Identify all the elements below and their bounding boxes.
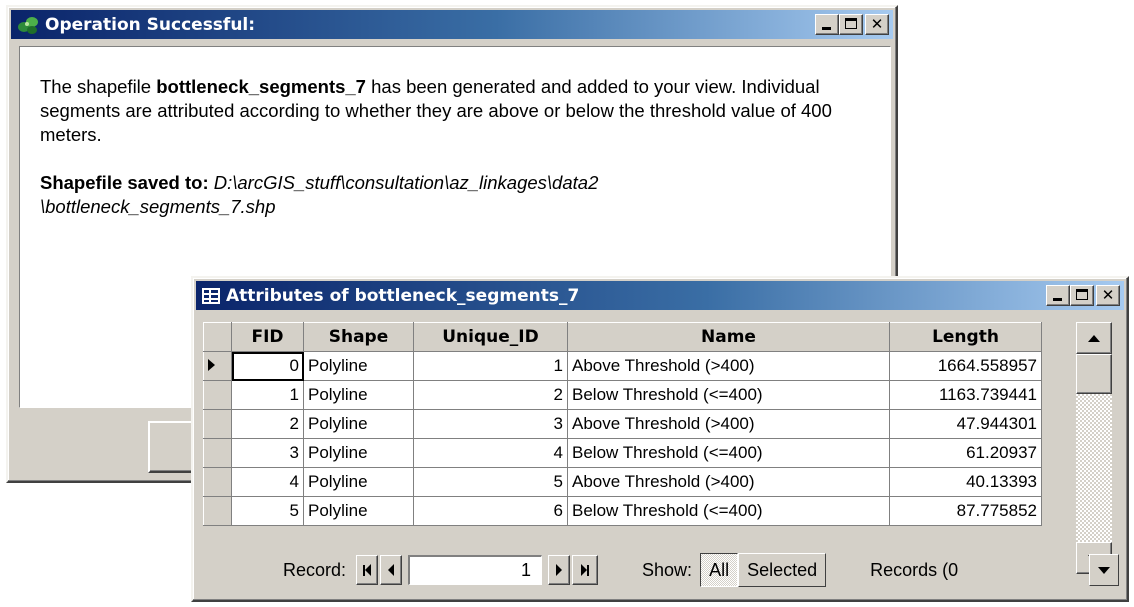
last-record-button[interactable] (572, 555, 599, 585)
attributes-title-bar[interactable]: Attributes of bottleneck_segments_7 ✕ (196, 281, 1124, 310)
cell-name[interactable]: Above Threshold (>400) (567, 409, 890, 439)
cell-unique-id[interactable]: 1 (413, 351, 568, 381)
cell-name[interactable]: Below Threshold (<=400) (567, 496, 890, 526)
minimize-button[interactable] (1046, 285, 1070, 306)
attributes-window: Attributes of bottleneck_segments_7 ✕ FI… (191, 276, 1129, 602)
show-selected-button[interactable]: Selected (738, 553, 827, 587)
table-row[interactable]: 0 Polyline 1 Above Threshold (>400) 1664… (203, 351, 1042, 381)
minimize-button[interactable] (815, 14, 839, 35)
maximize-icon (1076, 289, 1088, 300)
cell-shape[interactable]: Polyline (303, 351, 414, 381)
attribute-table-area: FID Shape Unique_ID Name Length 0 Polyli… (203, 322, 1061, 554)
cell-length[interactable]: 1664.558957 (889, 351, 1042, 381)
saved-path-paragraph: Shapefile saved to: D:\arcGIS_stuff\cons… (40, 171, 870, 219)
column-header-length[interactable]: Length (889, 322, 1042, 352)
table-header-row: FID Shape Unique_ID Name Length (203, 322, 1042, 352)
cell-fid[interactable]: 4 (231, 467, 304, 497)
cell-length[interactable]: 61.20937 (889, 438, 1042, 468)
column-header-fid[interactable]: FID (231, 322, 304, 352)
vertical-scrollbar[interactable] (1076, 322, 1112, 574)
table-row[interactable]: 1 Polyline 2 Below Threshold (<=400) 116… (203, 380, 1042, 410)
current-row-arrow-icon (208, 359, 215, 371)
row-selector[interactable] (203, 438, 232, 468)
row-selector-header[interactable] (203, 322, 232, 352)
table-row[interactable]: 2 Polyline 3 Above Threshold (>400) 47.9… (203, 409, 1042, 439)
maximize-button[interactable] (1070, 285, 1094, 306)
close-button[interactable]: ✕ (1096, 285, 1120, 306)
cell-shape[interactable]: Polyline (303, 409, 414, 439)
record-label: Record: (283, 559, 347, 580)
attribute-table: FID Shape Unique_ID Name Length 0 Polyli… (203, 322, 1042, 526)
cell-shape[interactable]: Polyline (303, 380, 414, 410)
column-header-unique-id[interactable]: Unique_ID (413, 322, 568, 352)
cell-length[interactable]: 40.13393 (889, 467, 1042, 497)
dialog-message: The shapefile bottleneck_segments_7 has … (40, 75, 870, 219)
cell-fid[interactable]: 2 (231, 409, 304, 439)
row-selector[interactable] (203, 496, 232, 526)
row-selector[interactable] (203, 467, 232, 497)
first-record-button[interactable] (356, 555, 379, 585)
table-row[interactable]: 3 Polyline 4 Below Threshold (<=400) 61.… (203, 438, 1042, 468)
previous-record-button[interactable] (380, 555, 403, 585)
table-icon (202, 287, 220, 304)
saved-path: D:\arcGIS_stuff\consultation\az_linkages… (213, 172, 599, 193)
cell-unique-id[interactable]: 2 (413, 380, 568, 410)
dialog-title-bar[interactable]: Operation Successful: ✕ (11, 10, 893, 39)
minimize-icon (1053, 298, 1062, 301)
table-row[interactable]: 4 Polyline 5 Above Threshold (>400) 40.1… (203, 467, 1042, 497)
cell-name[interactable]: Above Threshold (>400) (567, 351, 890, 381)
records-count: Records (0 (870, 559, 959, 580)
options-dropdown-button[interactable] (1089, 554, 1119, 586)
shapefile-name: bottleneck_segments_7 (156, 76, 366, 97)
arrow-up-icon (1088, 334, 1100, 342)
next-record-button[interactable] (548, 555, 571, 585)
minimize-icon (822, 27, 831, 30)
message-paragraph: The shapefile bottleneck_segments_7 has … (40, 75, 870, 147)
cell-fid[interactable]: 3 (231, 438, 304, 468)
app-icon (18, 16, 38, 34)
column-header-name[interactable]: Name (567, 322, 890, 352)
cell-length[interactable]: 1163.739441 (889, 380, 1042, 410)
cell-shape[interactable]: Polyline (303, 467, 414, 497)
cell-unique-id[interactable]: 4 (413, 438, 568, 468)
cell-shape[interactable]: Polyline (303, 438, 414, 468)
chevron-down-icon (1098, 566, 1110, 574)
cell-fid[interactable]: 5 (231, 496, 304, 526)
close-button[interactable]: ✕ (865, 14, 889, 35)
saved-label: Shapefile saved to: (40, 172, 209, 193)
scroll-up-button[interactable] (1076, 322, 1112, 354)
show-label: Show: (642, 559, 693, 580)
row-selector[interactable] (203, 409, 232, 439)
cell-unique-id[interactable]: 5 (413, 467, 568, 497)
next-icon (556, 564, 563, 576)
scrollbar-thumb[interactable] (1076, 354, 1112, 394)
close-icon: ✕ (870, 14, 884, 33)
row-selector[interactable] (203, 351, 232, 381)
dialog-title: Operation Successful: (45, 14, 256, 35)
cell-name[interactable]: Below Threshold (<=400) (567, 438, 890, 468)
message-text: The shapefile (40, 76, 157, 97)
cell-fid[interactable]: 0 (231, 351, 304, 381)
cell-length[interactable]: 87.775852 (889, 496, 1042, 526)
maximize-button[interactable] (839, 14, 863, 35)
cell-unique-id[interactable]: 6 (413, 496, 568, 526)
cell-unique-id[interactable]: 3 (413, 409, 568, 439)
record-number-input[interactable]: 1 (408, 555, 543, 585)
maximize-icon (845, 18, 857, 29)
cell-length[interactable]: 47.944301 (889, 409, 1042, 439)
cell-name[interactable]: Above Threshold (>400) (567, 467, 890, 497)
show-all-button[interactable]: All (700, 553, 739, 587)
previous-icon (388, 564, 395, 576)
table-row[interactable]: 5 Polyline 6 Below Threshold (<=400) 87.… (203, 496, 1042, 526)
record-navigation-bar: Record: 1 Show: All Selected Records (0 (203, 548, 1119, 592)
cell-fid[interactable]: 1 (231, 380, 304, 410)
cell-shape[interactable]: Polyline (303, 496, 414, 526)
cell-name[interactable]: Below Threshold (<=400) (567, 380, 890, 410)
attributes-title: Attributes of bottleneck_segments_7 (226, 285, 580, 306)
column-header-shape[interactable]: Shape (303, 322, 414, 352)
close-icon: ✕ (1101, 285, 1115, 304)
saved-path-file: \bottleneck_segments_7.shp (40, 196, 276, 217)
row-selector[interactable] (203, 380, 232, 410)
